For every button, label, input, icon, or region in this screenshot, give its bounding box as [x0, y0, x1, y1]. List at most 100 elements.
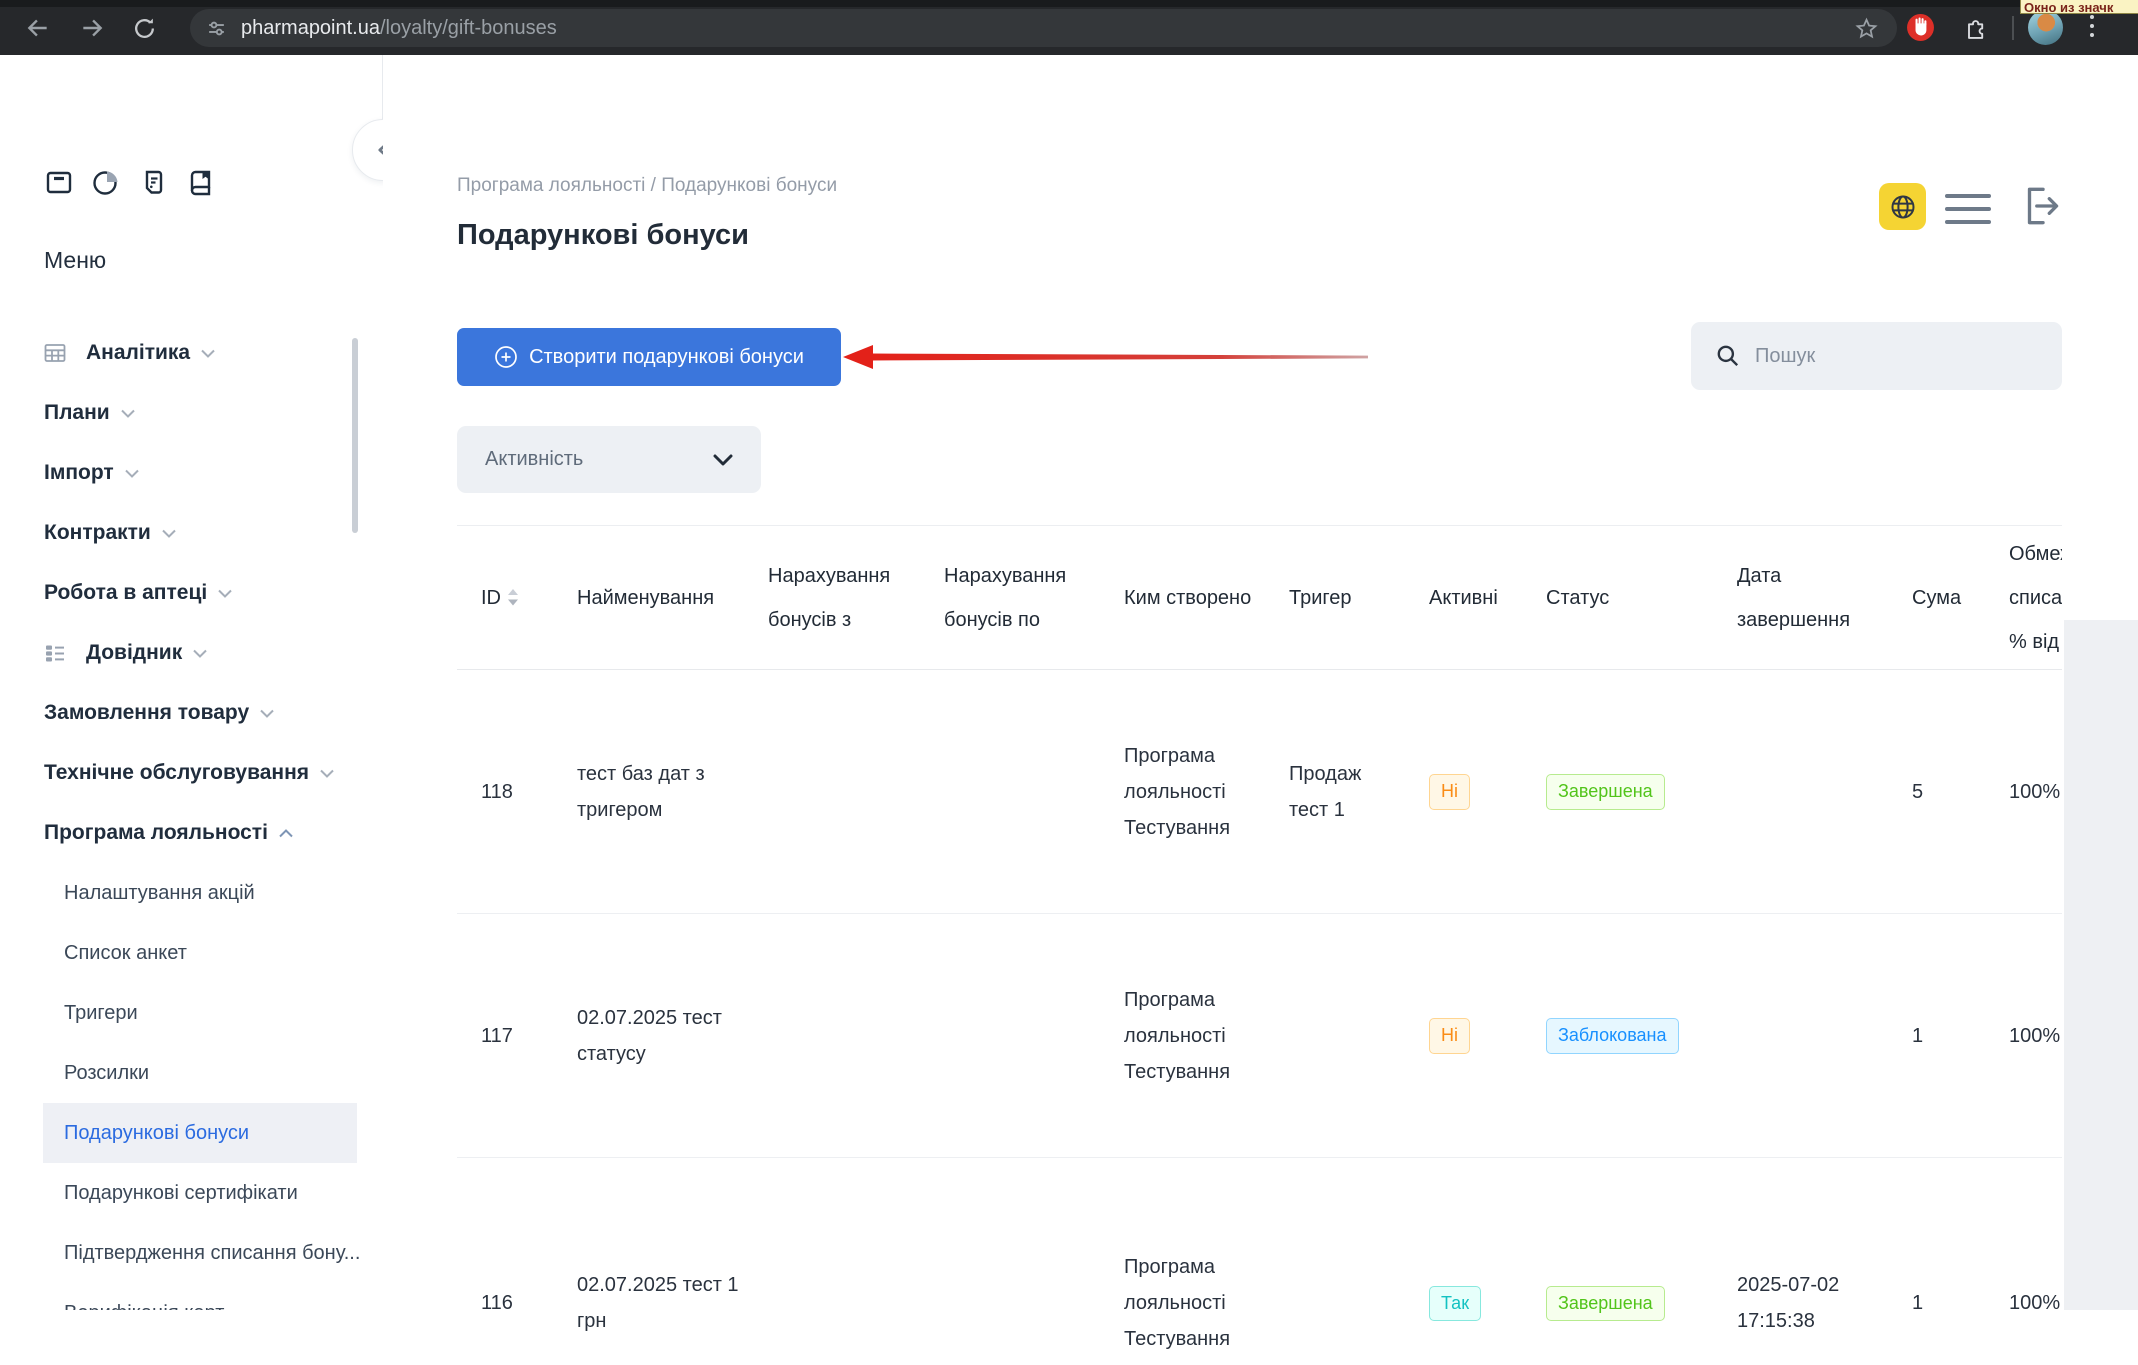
cell-end-date: 2025-07-02 17:15:38	[1713, 1158, 1888, 1365]
window-tooltip: Окно из значк	[2020, 0, 2138, 14]
toolbar-separator	[2012, 16, 2014, 40]
cell-id: 118	[457, 670, 553, 914]
sidebar-subitem-questionnaires[interactable]: Список анкет	[0, 923, 383, 983]
sidebar-subitem-card-verification[interactable]: Верифікація карт	[0, 1283, 383, 1310]
sidebar-subitem-promo-settings[interactable]: Налаштування акцій	[0, 863, 383, 923]
table-row[interactable]: 117 02.07.2025 тест статусу Програма лоя…	[457, 914, 2062, 1158]
browser-back-button[interactable]	[22, 12, 54, 44]
sidebar-subitem-writeoff-confirmation[interactable]: Підтвердження списання бону...	[0, 1223, 383, 1283]
column-header-id[interactable]: ID	[457, 526, 553, 670]
browser-chrome: pharmapoint.ua/loyalty/gift-bonuses Окно…	[0, 0, 2138, 55]
table-row[interactable]: 118 тест баз дат з тригером Програма лоя…	[457, 670, 2062, 914]
sort-icon[interactable]	[508, 589, 518, 606]
sidebar-subitem-gift-bonuses[interactable]: Подарункові бонуси	[43, 1103, 357, 1163]
active-badge: Ні	[1429, 1018, 1470, 1053]
create-gift-bonus-button[interactable]: Створити подарункові бонуси	[457, 328, 841, 386]
cell-end-date	[1713, 670, 1888, 914]
chevron-down-icon	[121, 409, 135, 418]
cell-status: Заблокована	[1522, 914, 1713, 1158]
main-content: Програма лояльності / Подарункові бонуси…	[383, 55, 2138, 1310]
browser-menu-button[interactable]	[2090, 15, 2094, 37]
sidebar-quick-icons	[44, 167, 215, 197]
sidebar-item-loyalty-program[interactable]: Програма лояльності	[0, 803, 383, 863]
cell-id: 117	[457, 914, 553, 1158]
site-info-icon[interactable]	[206, 18, 227, 39]
cell-trigger	[1265, 914, 1405, 1158]
cell-trigger: Продаж тест 1	[1265, 670, 1405, 914]
chevron-down-icon	[713, 454, 733, 466]
browser-forward-button[interactable]	[76, 12, 108, 44]
column-label: ID	[481, 576, 501, 620]
profile-avatar[interactable]	[2028, 10, 2063, 45]
chevron-up-icon	[279, 829, 293, 838]
sidebar-subitem-mailings[interactable]: Розсилки	[0, 1043, 383, 1103]
table-right-gutter	[2064, 620, 2138, 1310]
cell-active: Ні	[1405, 670, 1522, 914]
forward-arrow-icon	[79, 15, 105, 41]
sidebar-subitem-triggers[interactable]: Тригери	[0, 983, 383, 1043]
logout-button[interactable]	[2017, 181, 2067, 236]
sidebar-item-maintenance[interactable]: Технічне обслуговування	[0, 743, 383, 803]
sidebar-subitem-label: Список анкет	[64, 942, 187, 965]
menu-lines-button[interactable]	[1945, 194, 1991, 224]
sidebar-item-contracts[interactable]: Контракти	[0, 503, 383, 563]
sidebar-item-pharmacy-work[interactable]: Робота в аптеці	[0, 563, 383, 623]
breadcrumb: Програма лояльності / Подарункові бонуси	[457, 175, 837, 197]
status-badge: Заблокована	[1546, 1018, 1679, 1053]
status-badge: Завершена	[1546, 774, 1665, 809]
menu-title: Меню	[44, 247, 106, 274]
archive-icon[interactable]	[44, 167, 74, 197]
address-bar[interactable]: pharmapoint.ua/loyalty/gift-bonuses	[190, 9, 1897, 47]
language-button[interactable]	[1879, 183, 1926, 230]
pie-chart-icon[interactable]	[91, 167, 121, 197]
star-icon	[1854, 16, 1879, 41]
sidebar-item-label: Програма лояльності	[44, 821, 268, 845]
cell-trigger	[1265, 1158, 1405, 1365]
cell-sum: 5	[1888, 670, 1985, 914]
cell-accrual-from	[744, 914, 920, 1158]
extensions-button[interactable]	[1962, 13, 1990, 46]
column-header-created-by: Ким створено	[1100, 526, 1265, 670]
globe-icon	[1889, 193, 1917, 221]
sidebar-subitem-label: Тригери	[64, 1002, 138, 1025]
sidebar-item-goods-order[interactable]: Замовлення товару	[0, 683, 383, 743]
cell-status: Завершена	[1522, 670, 1713, 914]
sidebar-subitem-gift-certificates[interactable]: Подарункові сертифікати	[0, 1163, 383, 1223]
sidebar-item-plans[interactable]: Плани	[0, 383, 383, 443]
cell-active: Так	[1405, 1158, 1522, 1365]
red-arrow-annotation	[843, 342, 1368, 372]
url-host: pharmapoint.ua	[241, 17, 380, 39]
search-input[interactable]	[1755, 345, 2025, 368]
column-header-end-date: Дата завершення	[1713, 526, 1888, 670]
url-path: /loyalty/gift-bonuses	[380, 17, 557, 39]
sidebar-scrollbar[interactable]	[352, 338, 358, 533]
hand-stop-icon	[1906, 13, 1935, 42]
search-icon	[1715, 343, 1741, 369]
reload-icon	[132, 16, 157, 41]
chevron-down-icon	[201, 349, 215, 358]
cell-name: 02.07.2025 тест 1 грн	[553, 1158, 744, 1365]
table-row[interactable]: 116 02.07.2025 тест 1 грн Програма лояль…	[457, 1158, 2062, 1365]
column-header-accrual-from: Нарахування бонусів з	[744, 526, 920, 670]
chevron-down-icon	[320, 769, 334, 778]
chevron-down-icon	[260, 709, 274, 718]
book-icon[interactable]	[185, 167, 215, 197]
cell-active: Ні	[1405, 914, 1522, 1158]
gift-bonuses-table: ID Найменування Нарахування бонусів з На…	[457, 525, 2062, 1365]
bookmark-star-button[interactable]	[1854, 16, 1879, 46]
sidebar-item-label: Довідник	[86, 641, 182, 665]
sidebar-item-directory[interactable]: Довідник	[0, 623, 383, 683]
sidebar-item-label: Контракти	[44, 521, 151, 545]
sidebar-item-label: Плани	[44, 401, 110, 425]
adblock-extension-icon[interactable]	[1906, 13, 1935, 47]
sidebar-item-label: Технічне обслуговування	[44, 761, 309, 785]
document-icon[interactable]	[138, 167, 168, 197]
sidebar-item-analytics[interactable]: Аналітика	[0, 323, 383, 383]
sidebar-item-import[interactable]: Імпорт	[0, 443, 383, 503]
column-header-sum: Сума	[1888, 526, 1985, 670]
activity-filter-dropdown[interactable]: Активність	[457, 426, 761, 493]
browser-reload-button[interactable]	[128, 12, 160, 44]
cell-sum: 1	[1888, 914, 1985, 1158]
cell-created-by: Програма лояльності Тестування	[1100, 914, 1265, 1158]
chevron-down-icon	[125, 469, 139, 478]
